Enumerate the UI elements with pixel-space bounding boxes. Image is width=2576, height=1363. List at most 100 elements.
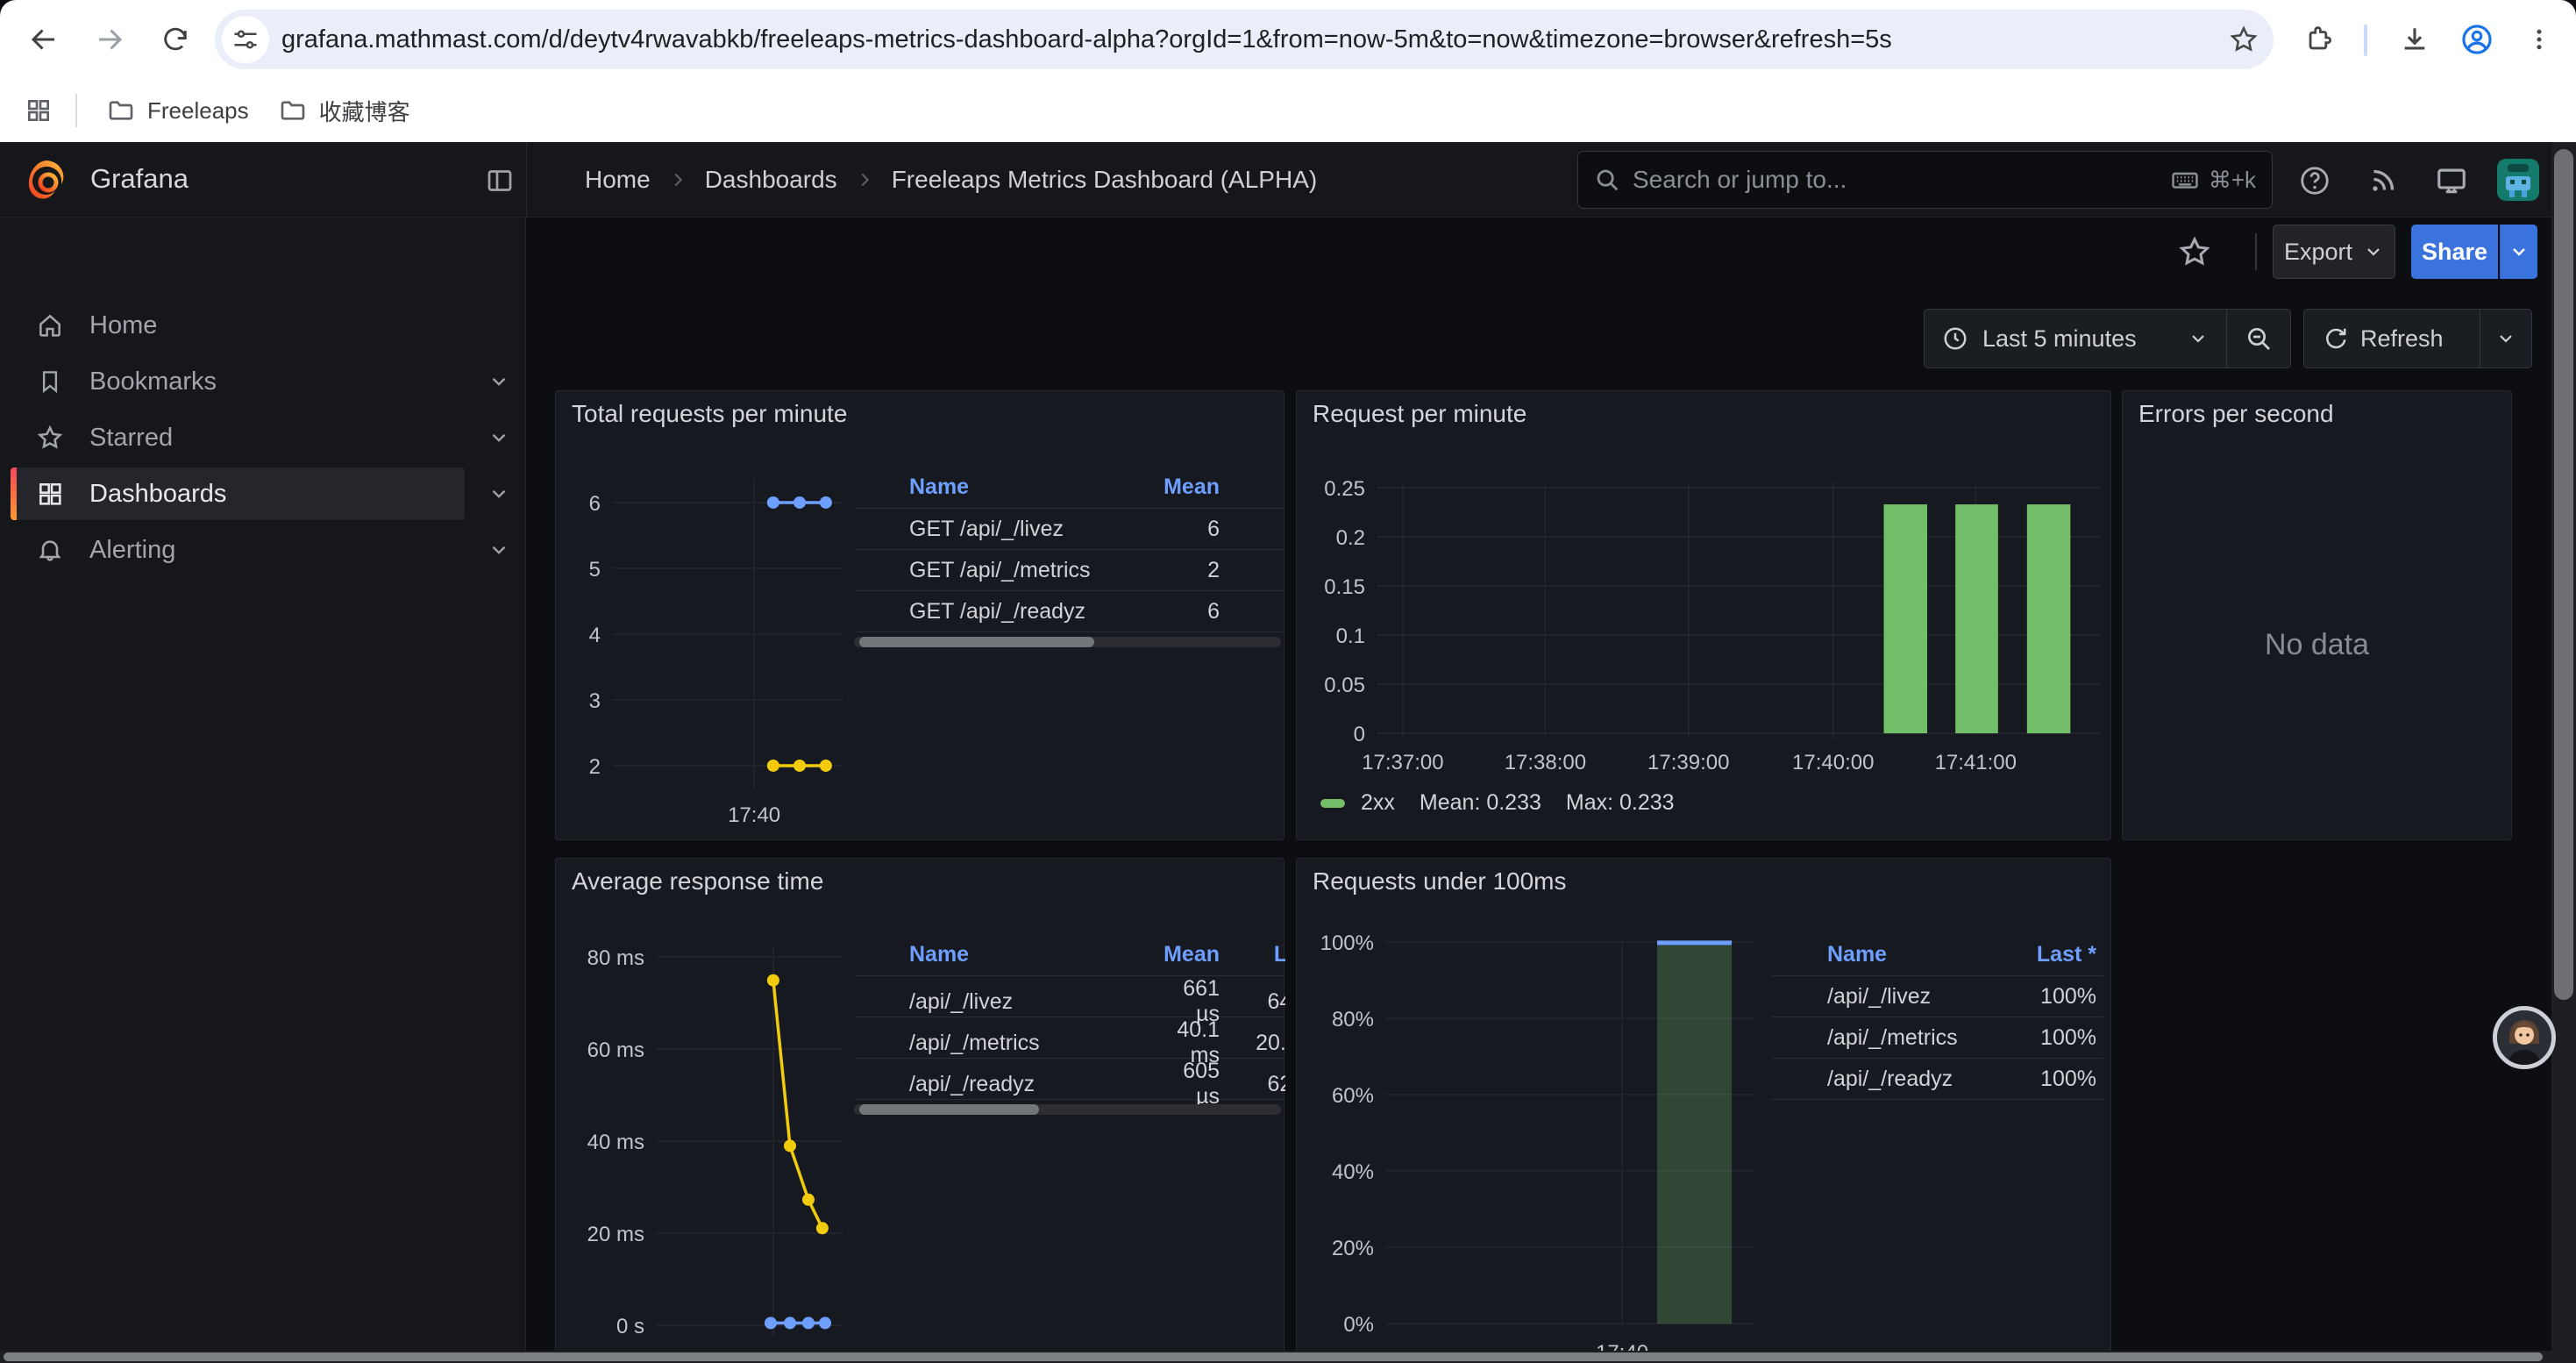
svg-text:20%: 20% — [1332, 1237, 1374, 1260]
dashboards-grid-icon — [35, 480, 65, 508]
home-icon — [35, 311, 65, 339]
legend-scrollbar[interactable] — [854, 1104, 1281, 1115]
site-settings-icon[interactable] — [222, 16, 269, 63]
legend-col-name[interactable]: Name — [909, 475, 1155, 500]
back-icon[interactable] — [19, 15, 68, 64]
svg-text:17:38:00: 17:38:00 — [1505, 751, 1586, 774]
news-rss-icon[interactable] — [2363, 161, 2403, 201]
legend-line[interactable]: 2xx Mean: 0.233 Max: 0.233 — [1320, 790, 1675, 816]
svg-text:3: 3 — [589, 689, 601, 713]
extensions-icon[interactable] — [2295, 15, 2344, 64]
share-dropdown-button[interactable] — [2500, 225, 2537, 279]
search-placeholder: Search or jump to... — [1633, 166, 2170, 194]
refresh-interval-dropdown[interactable] — [2480, 310, 2531, 368]
svg-text:0.2: 0.2 — [1336, 526, 1365, 550]
legend-scrollbar[interactable] — [854, 637, 1281, 647]
legend-row[interactable]: /api/_/livez 100% — [1772, 976, 2103, 1017]
panel-total-requests-per-minute[interactable]: Total requests per minute 6543217:40 Nam… — [555, 390, 1284, 840]
chevron-down-icon[interactable] — [487, 539, 514, 561]
breadcrumb-dashboards[interactable]: Dashboards — [705, 166, 837, 194]
breadcrumb-home[interactable]: Home — [585, 166, 651, 194]
kiosk-monitor-icon[interactable] — [2431, 161, 2472, 201]
horizontal-scrollbar[interactable] — [0, 1351, 2551, 1363]
panel-average-response-time[interactable]: Average response time 80 ms60 ms40 ms20 … — [555, 858, 1284, 1363]
star-icon — [35, 424, 65, 452]
legend-row[interactable]: GET /api/_/metrics 2 — [854, 550, 1285, 591]
svg-text:17:41:00: 17:41:00 — [1935, 751, 2017, 774]
apps-grid-icon[interactable] — [25, 96, 53, 125]
series-swatch — [1320, 799, 1345, 808]
vertical-scrollbar-thumb[interactable] — [2554, 149, 2573, 1000]
forward-icon[interactable] — [85, 15, 134, 64]
search-shortcut: ⌘+k — [2170, 165, 2256, 195]
brand-name: Grafana — [90, 163, 189, 195]
mega-menu-toggle-icon[interactable] — [484, 165, 516, 201]
legend-col-last[interactable]: Last * — [1220, 942, 1285, 967]
reload-icon[interactable] — [151, 15, 200, 64]
chevron-down-icon — [2188, 328, 2209, 349]
share-button[interactable]: Share — [2411, 225, 2498, 279]
chevron-down-icon[interactable] — [487, 370, 514, 393]
panel-requests-under-100ms[interactable]: Requests under 100ms 100%80%60%40%20%0%1… — [1296, 858, 2111, 1363]
svg-text:0%: 0% — [1343, 1313, 1374, 1337]
chevron-down-icon[interactable] — [487, 426, 514, 449]
menu-kebab-icon[interactable] — [2515, 15, 2564, 64]
zoom-out-button[interactable] — [2227, 310, 2290, 368]
clock-icon — [1942, 325, 1968, 352]
sidebar-item-starred[interactable]: Starred — [11, 411, 465, 464]
search-input[interactable]: Search or jump to... ⌘+k — [1577, 151, 2273, 209]
legend-col-last[interactable]: Last * — [1994, 942, 2096, 967]
svg-text:60%: 60% — [1332, 1084, 1374, 1108]
legend-col-mean[interactable]: Mean — [1155, 475, 1220, 500]
horizontal-scrollbar-thumb[interactable] — [4, 1352, 2543, 1361]
export-button[interactable]: Export — [2273, 225, 2395, 279]
legend-row[interactable]: /api/_/metrics 100% — [1772, 1017, 2103, 1059]
user-avatar[interactable] — [2497, 159, 2539, 201]
sidebar-item-label: Home — [89, 311, 157, 340]
bookmark-icon — [35, 368, 65, 395]
svg-text:80%: 80% — [1332, 1008, 1374, 1031]
downloads-icon[interactable] — [2390, 15, 2439, 64]
refresh-icon — [2322, 325, 2348, 352]
time-range-label: Last 5 minutes — [1982, 325, 2137, 353]
svg-text:80 ms: 80 ms — [587, 946, 644, 970]
panel-request-per-minute[interactable]: Request per minute 0.250.20.150.10.05017… — [1296, 390, 2111, 840]
panel-errors-per-second[interactable]: Errors per second No data — [2122, 390, 2512, 840]
time-range-picker[interactable]: Last 5 minutes — [1925, 310, 2226, 368]
bookmark-folder-blogs[interactable]: 收藏博客 — [279, 95, 410, 127]
legend-row[interactable]: /api/_/livez 661 µs 646 µs — [854, 976, 1285, 1017]
legend-col-mean[interactable]: Mean — [1155, 942, 1220, 967]
sidebar-item-alerting[interactable]: Alerting — [11, 524, 465, 576]
bookmark-star-icon[interactable] — [2219, 15, 2268, 64]
time-controls: Last 5 minutes — [1924, 309, 2291, 368]
vertical-scrollbar[interactable] — [2551, 142, 2576, 1363]
sidebar-item-dashboards[interactable]: Dashboards — [11, 467, 465, 520]
legend-row[interactable]: GET /api/_/livez 6 — [854, 509, 1285, 550]
breadcrumb-current: Freeleaps Metrics Dashboard (ALPHA) — [892, 166, 1318, 194]
folder-icon — [107, 96, 135, 125]
legend-row[interactable]: /api/_/readyz 605 µs 620 µs — [854, 1059, 1285, 1100]
panel-title[interactable]: Errors per second — [2138, 400, 2334, 428]
sidebar-item-home[interactable]: Home — [11, 299, 465, 352]
legend-col-name[interactable]: Name — [909, 942, 1155, 967]
url-text[interactable]: grafana.mathmast.com/d/deytv4rwavabkb/fr… — [281, 25, 2219, 54]
help-icon[interactable] — [2295, 161, 2335, 201]
sidebar-item-bookmarks[interactable]: Bookmarks — [11, 355, 465, 408]
refresh-button[interactable]: Refresh — [2304, 310, 2480, 368]
series-mean: Mean: 0.233 — [1420, 790, 1541, 816]
svg-text:0.15: 0.15 — [1324, 575, 1365, 599]
url-bar[interactable]: grafana.mathmast.com/d/deytv4rwavabkb/fr… — [215, 10, 2274, 69]
legend-col-name[interactable]: Name — [1827, 942, 1994, 967]
chrome-divider — [2364, 25, 2367, 56]
grafana-logo[interactable] — [26, 159, 68, 205]
zoom-out-icon — [2245, 325, 2273, 353]
floating-assistant-avatar[interactable] — [2493, 1006, 2556, 1069]
legend-row[interactable]: /api/_/readyz 100% — [1772, 1059, 2103, 1100]
legend-row[interactable]: /api/_/metrics 40.1 ms 20.5 ms — [854, 1017, 1285, 1059]
profile-icon[interactable] — [2452, 15, 2501, 64]
favorite-dashboard-star-icon[interactable] — [2174, 231, 2216, 273]
bookmark-folder-freeleaps[interactable]: Freeleaps — [107, 96, 249, 125]
chevron-down-icon[interactable] — [487, 482, 514, 505]
legend-row[interactable]: GET /api/_/readyz 6 — [854, 591, 1285, 632]
svg-text:17:37:00: 17:37:00 — [1362, 751, 1443, 774]
